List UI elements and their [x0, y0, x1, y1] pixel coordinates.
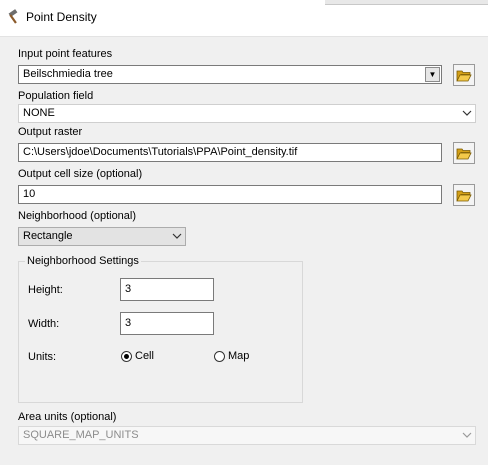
- units-label: Units:: [28, 351, 57, 363]
- cell-size-label: Output cell size (optional): [18, 168, 143, 180]
- height-input[interactable]: 3: [120, 278, 214, 301]
- radio-button-unchecked[interactable]: [214, 350, 225, 362]
- chevron-down-icon: [172, 233, 182, 239]
- input-point-features-label: Input point features: [18, 48, 113, 60]
- cell-size-value: 10: [23, 188, 36, 200]
- folder-open-icon: [456, 148, 472, 160]
- population-field-label: Population field: [18, 90, 94, 102]
- chevron-down-icon: ▼: [428, 70, 437, 79]
- background-window-strip: [325, 0, 488, 5]
- cell-size-browse-button[interactable]: [453, 184, 475, 206]
- chevron-down-icon: [462, 110, 472, 116]
- radio-button-checked[interactable]: [121, 350, 132, 362]
- output-raster-browse-button[interactable]: [453, 142, 475, 164]
- unit-map-label: Map: [228, 350, 250, 362]
- window-title: Point Density: [26, 10, 97, 24]
- population-field-select[interactable]: NONE: [18, 104, 476, 123]
- width-input[interactable]: 3: [120, 312, 214, 335]
- neighborhood-settings-title: Neighborhood Settings: [25, 255, 141, 267]
- height-label: Height:: [28, 284, 63, 296]
- input-point-features-browse-button[interactable]: [453, 64, 475, 86]
- unit-cell-radio[interactable]: Cell: [121, 350, 154, 362]
- neighborhood-label: Neighborhood (optional): [18, 210, 137, 222]
- neighborhood-value: Rectangle: [23, 230, 73, 242]
- output-raster-value: C:\Users\jdoe\Documents\Tutorials\PPA\Po…: [23, 146, 298, 158]
- chevron-down-icon: [462, 432, 472, 438]
- cell-size-input[interactable]: 10: [18, 185, 442, 204]
- input-point-features-combo[interactable]: Beilschmiedia tree: [18, 65, 442, 84]
- area-units-label: Area units (optional): [18, 411, 117, 423]
- output-raster-input[interactable]: C:\Users\jdoe\Documents\Tutorials\PPA\Po…: [18, 143, 442, 162]
- area-units-select[interactable]: SQUARE_MAP_UNITS: [18, 426, 476, 445]
- input-point-features-value: Beilschmiedia tree: [23, 68, 113, 80]
- output-raster-label: Output raster: [18, 126, 83, 138]
- hammer-icon: [8, 9, 18, 24]
- width-value: 3: [125, 317, 132, 329]
- width-label: Width:: [28, 318, 60, 330]
- area-units-value: SQUARE_MAP_UNITS: [23, 429, 139, 441]
- folder-open-icon: [456, 190, 472, 202]
- unit-map-radio[interactable]: Map: [214, 350, 249, 362]
- population-field-value: NONE: [23, 107, 55, 119]
- neighborhood-select[interactable]: Rectangle: [18, 227, 186, 246]
- input-point-features-dropdown-button[interactable]: ▼: [425, 67, 440, 82]
- height-value: 3: [125, 283, 132, 295]
- radio-dot: [124, 353, 129, 359]
- unit-cell-label: Cell: [135, 350, 154, 362]
- folder-open-icon: [456, 70, 472, 82]
